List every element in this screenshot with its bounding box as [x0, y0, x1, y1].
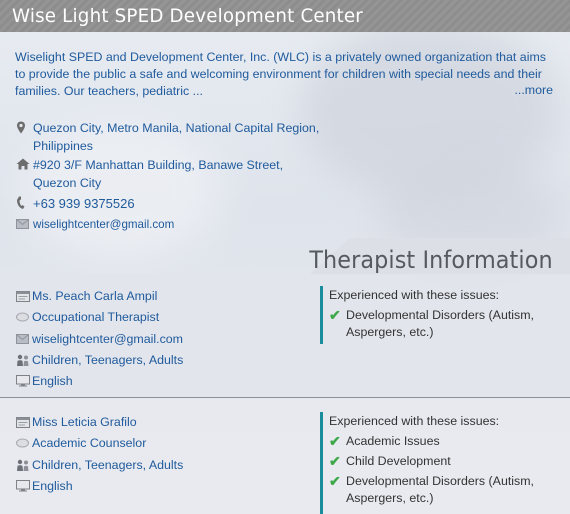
center-name: Wise Light SPED Development Center — [12, 5, 363, 27]
monitor-icon — [16, 479, 32, 493]
location-line: Quezon City, Metro Manila, National Capi… — [16, 119, 346, 155]
more-link[interactable]: ...more — [514, 83, 553, 97]
therapist-name[interactable]: Ms. Peach Carla Ampil — [32, 289, 157, 303]
therapist-language-line: English — [16, 372, 73, 390]
issues-heading: Experienced with these issues: — [329, 414, 500, 428]
issue-label: Child Development — [346, 454, 451, 468]
address-line: #920 3/F Manhattan Building, Banawe Stre… — [16, 156, 346, 192]
issues-panel: Experienced with these issues: ✔ Develop… — [320, 286, 556, 344]
location-pin-icon — [16, 119, 32, 135]
email-line: wiselightcenter@gmail.com — [16, 216, 346, 234]
therapist-email[interactable]: wiselightcenter@gmail.com — [32, 332, 183, 346]
section-title: Therapist Information — [309, 246, 553, 274]
people-icon — [16, 353, 32, 367]
speech-bubble-icon — [16, 436, 32, 450]
issue-label: Developmental Disorders (Autism, Asperge… — [346, 474, 534, 505]
center-description: Wiselight SPED and Development Center, I… — [15, 50, 546, 98]
therapist-name-line: Ms. Peach Carla Ampil — [16, 287, 157, 305]
issue-item: ✔ Child Development — [329, 453, 556, 470]
id-card-icon — [16, 289, 32, 303]
id-card-icon — [16, 415, 32, 429]
issues-panel: Experienced with these issues: ✔ Academi… — [320, 412, 556, 514]
therapist-language-line: English — [16, 477, 73, 495]
location-text-1: Quezon City, Metro Manila, National Capi… — [33, 121, 320, 135]
envelope-icon — [16, 332, 32, 346]
center-header: Wise Light SPED Development Center — [0, 0, 570, 32]
therapist-language: English — [32, 479, 73, 493]
checkmark-icon: ✔ — [329, 433, 341, 449]
phone-number[interactable]: +63 939 9375526 — [33, 195, 135, 213]
therapist-email-line: wiselightcenter@gmail.com — [16, 330, 183, 348]
therapist-role-line: Academic Counselor — [16, 434, 146, 452]
envelope-icon — [16, 216, 32, 232]
checkmark-icon: ✔ — [329, 453, 341, 469]
issue-item: ✔ Developmental Disorders (Autism, Asper… — [329, 473, 556, 507]
issue-item: ✔ Academic Issues — [329, 433, 556, 450]
issue-label: Developmental Disorders (Autism, Asperge… — [346, 308, 534, 339]
issue-item: ✔ Developmental Disorders (Autism, Asper… — [329, 307, 556, 341]
therapist-ages: Children, Teenagers, Adults — [32, 458, 184, 472]
phone-line: +63 939 9375526 — [16, 195, 346, 213]
checkmark-icon: ✔ — [329, 307, 341, 323]
issues-heading: Experienced with these issues: — [329, 288, 500, 302]
people-icon — [16, 458, 32, 472]
address-text-2: Quezon City — [33, 176, 102, 190]
therapist-role: Occupational Therapist — [32, 310, 160, 324]
therapist-section-header: Therapist Information — [0, 238, 570, 274]
email-link[interactable]: wiselightcenter@gmail.com — [33, 216, 174, 234]
therapist-name-line: Miss Leticia Grafilo — [16, 413, 137, 431]
location-text-2: Philippines — [33, 139, 93, 153]
issue-label: Academic Issues — [346, 434, 440, 448]
home-icon — [16, 156, 32, 172]
therapist-ages-line: Children, Teenagers, Adults — [16, 351, 183, 369]
therapist-ages-line: Children, Teenagers, Adults — [16, 456, 183, 474]
therapist-language: English — [32, 374, 73, 388]
therapist-role-line: Occupational Therapist — [16, 308, 159, 326]
phone-icon — [16, 195, 32, 211]
address-text-1: #920 3/F Manhattan Building, Banawe Stre… — [33, 158, 284, 172]
therapist-ages: Children, Teenagers, Adults — [32, 353, 184, 367]
therapist-name[interactable]: Miss Leticia Grafilo — [32, 415, 137, 429]
checkmark-icon: ✔ — [329, 473, 341, 489]
therapist-role: Academic Counselor — [32, 436, 147, 450]
speech-bubble-icon — [16, 310, 32, 324]
monitor-icon — [16, 374, 32, 388]
